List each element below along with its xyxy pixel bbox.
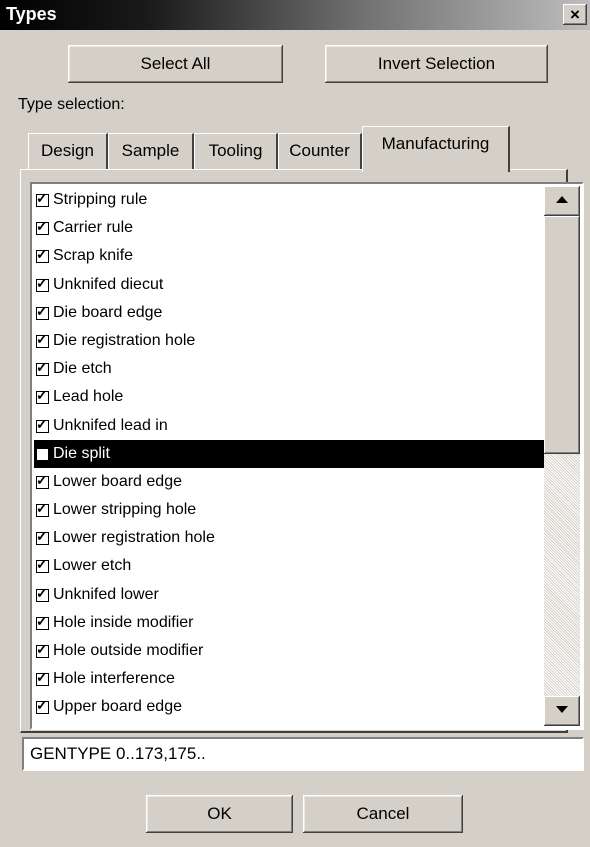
checkmark-icon: ✓ — [36, 415, 48, 432]
checkmark-icon: ✓ — [36, 500, 48, 517]
list-item[interactable]: ✓ Lower board edge — [34, 468, 544, 496]
list-item-label: Hole outside modifier — [53, 642, 204, 659]
list-item[interactable]: ✓ Lead hole — [34, 383, 544, 411]
checkbox[interactable]: ✓ — [36, 303, 49, 320]
scroll-up-arrow-icon[interactable] — [544, 186, 580, 216]
select-all-button[interactable]: Select All — [68, 45, 283, 83]
checkbox[interactable]: ✓ — [36, 585, 49, 602]
window-title: Types — [6, 4, 57, 24]
checkbox[interactable]: ✓ — [36, 528, 49, 546]
checkmark-icon: ✓ — [36, 471, 48, 488]
list-item-label: Die board edge — [53, 303, 163, 321]
checkbox[interactable]: ✓ — [36, 472, 49, 489]
checkmark-icon: ✓ — [36, 387, 48, 404]
list-item-label: Scrap knife — [53, 247, 134, 265]
list-item[interactable]: ✓ Upper board edge — [34, 693, 544, 721]
list-item-label: Unknifed diecut — [53, 275, 164, 293]
title-bar: Types × — [0, 0, 590, 30]
tab-tooling[interactable]: Tooling — [194, 133, 278, 169]
type-list: ✓ Stripping rule ✓ Carrier rule ✓ Scrap knife… — [34, 186, 544, 722]
list-item-label: Lower etch — [53, 557, 132, 575]
checkbox[interactable]: ✓ — [36, 387, 49, 405]
checkmark-icon: ✓ — [36, 556, 48, 573]
type-selection-label: Type selection: — [18, 96, 125, 113]
list-item[interactable]: ✓ Lower registration hole — [34, 524, 544, 552]
checkbox[interactable]: ✓ — [36, 697, 49, 715]
list-item-label: Hole interference — [53, 670, 175, 688]
checkmark-icon: ✓ — [36, 641, 48, 657]
list-item-label: Unknifed lower — [53, 585, 159, 603]
checkmark-icon: ✓ — [36, 218, 48, 235]
list-item-label: Die registration hole — [53, 331, 196, 349]
list-item-label: Upper board edge — [53, 698, 182, 716]
checkmark-icon: ✓ — [36, 528, 48, 545]
list-item-label: Lead hole — [53, 388, 124, 406]
list-item[interactable]: ✓ Unknifed lead in — [34, 412, 544, 440]
list-item[interactable]: ✓ Die etch — [34, 355, 544, 383]
tab-counter[interactable]: Counter — [278, 133, 362, 169]
list-item-label: Die split — [53, 444, 110, 462]
list-item-label: Stripping rule — [53, 191, 148, 208]
scroll-down-arrow-icon[interactable] — [544, 696, 580, 726]
vertical-scrollbar[interactable] — [544, 186, 580, 726]
checkmark-icon: ✓ — [36, 669, 48, 686]
checkbox[interactable]: ✓ — [36, 416, 49, 433]
list-item-label: Die etch — [53, 360, 112, 378]
list-item-label: Hole inside modifier — [53, 613, 194, 631]
invert-selection-button[interactable]: Invert Selection — [325, 45, 548, 83]
list-item-label: Carrier rule — [53, 219, 134, 237]
list-item-label: Lower board edge — [53, 472, 182, 490]
list-item[interactable]: ✓ Hole outside modifier — [34, 637, 544, 665]
type-listbox[interactable]: ✓ Stripping rule ✓ Carrier rule ✓ Scrap knife… — [30, 182, 584, 730]
list-item-label: Unknifed lead in — [53, 416, 168, 434]
checkbox[interactable]: ✓ — [36, 669, 49, 687]
checkmark-icon: ✓ — [36, 584, 48, 601]
list-item[interactable]: ✓ Stripping rule — [34, 186, 544, 214]
checkmark-icon: ✓ — [36, 246, 48, 263]
list-item-label: Lower stripping hole — [53, 501, 197, 519]
ok-button[interactable]: OK — [146, 795, 293, 833]
checkmark-icon: ✓ — [36, 612, 48, 629]
list-item[interactable]: ✓ Die registration hole — [34, 327, 544, 355]
list-item[interactable]: ✓ Hole interference — [34, 665, 544, 693]
list-item[interactable]: ✓ Lower etch — [34, 552, 544, 580]
checkbox[interactable]: ✓ — [36, 359, 49, 377]
checkbox[interactable]: ✓ — [36, 331, 49, 348]
gentype-field[interactable]: GENTYPE 0..173,175.. — [22, 737, 584, 771]
checkmark-icon: ✓ — [36, 330, 48, 347]
tab-design[interactable]: Design — [28, 133, 108, 169]
close-button[interactable]: × — [563, 4, 587, 25]
checkbox[interactable]: ✓ — [36, 246, 49, 264]
list-item[interactable]: Die split — [34, 439, 544, 468]
checkbox[interactable]: ✓ — [36, 500, 49, 518]
list-item[interactable]: ✓ Unknifed diecut — [34, 271, 544, 299]
list-item[interactable]: ✓ Carrier rule — [34, 214, 544, 242]
checkbox[interactable]: ✓ — [36, 641, 49, 658]
checkmark-icon: ✓ — [36, 302, 48, 319]
tab-manufacturing[interactable]: Manufacturing — [362, 126, 510, 172]
list-item[interactable]: ✓ Hole inside modifier — [34, 609, 544, 637]
list-item[interactable]: ✓ Die board edge — [34, 299, 544, 327]
checkmark-icon: ✓ — [36, 697, 48, 714]
list-item-label: Lower registration hole — [53, 529, 215, 547]
list-item[interactable]: ✓ Unknifed lower — [34, 581, 544, 609]
list-item[interactable]: ✓ Lower stripping hole — [34, 496, 544, 524]
checkmark-icon: ✓ — [36, 274, 48, 291]
checkbox[interactable]: ✓ — [36, 613, 49, 630]
list-item[interactable]: ✓ Scrap knife — [34, 242, 544, 270]
tab-sample[interactable]: Sample — [108, 133, 194, 169]
checkbox[interactable]: ✓ — [36, 190, 49, 207]
checkbox[interactable]: ✓ — [36, 556, 49, 574]
checkbox[interactable] — [36, 447, 49, 461]
checkmark-icon: ✓ — [36, 190, 48, 206]
checkbox[interactable]: ✓ — [36, 218, 49, 236]
close-icon: × — [570, 5, 580, 24]
cancel-button[interactable]: Cancel — [303, 795, 463, 833]
scrollbar-thumb[interactable] — [544, 216, 580, 454]
checkbox[interactable]: ✓ — [36, 275, 49, 292]
checkmark-icon: ✓ — [36, 359, 48, 376]
